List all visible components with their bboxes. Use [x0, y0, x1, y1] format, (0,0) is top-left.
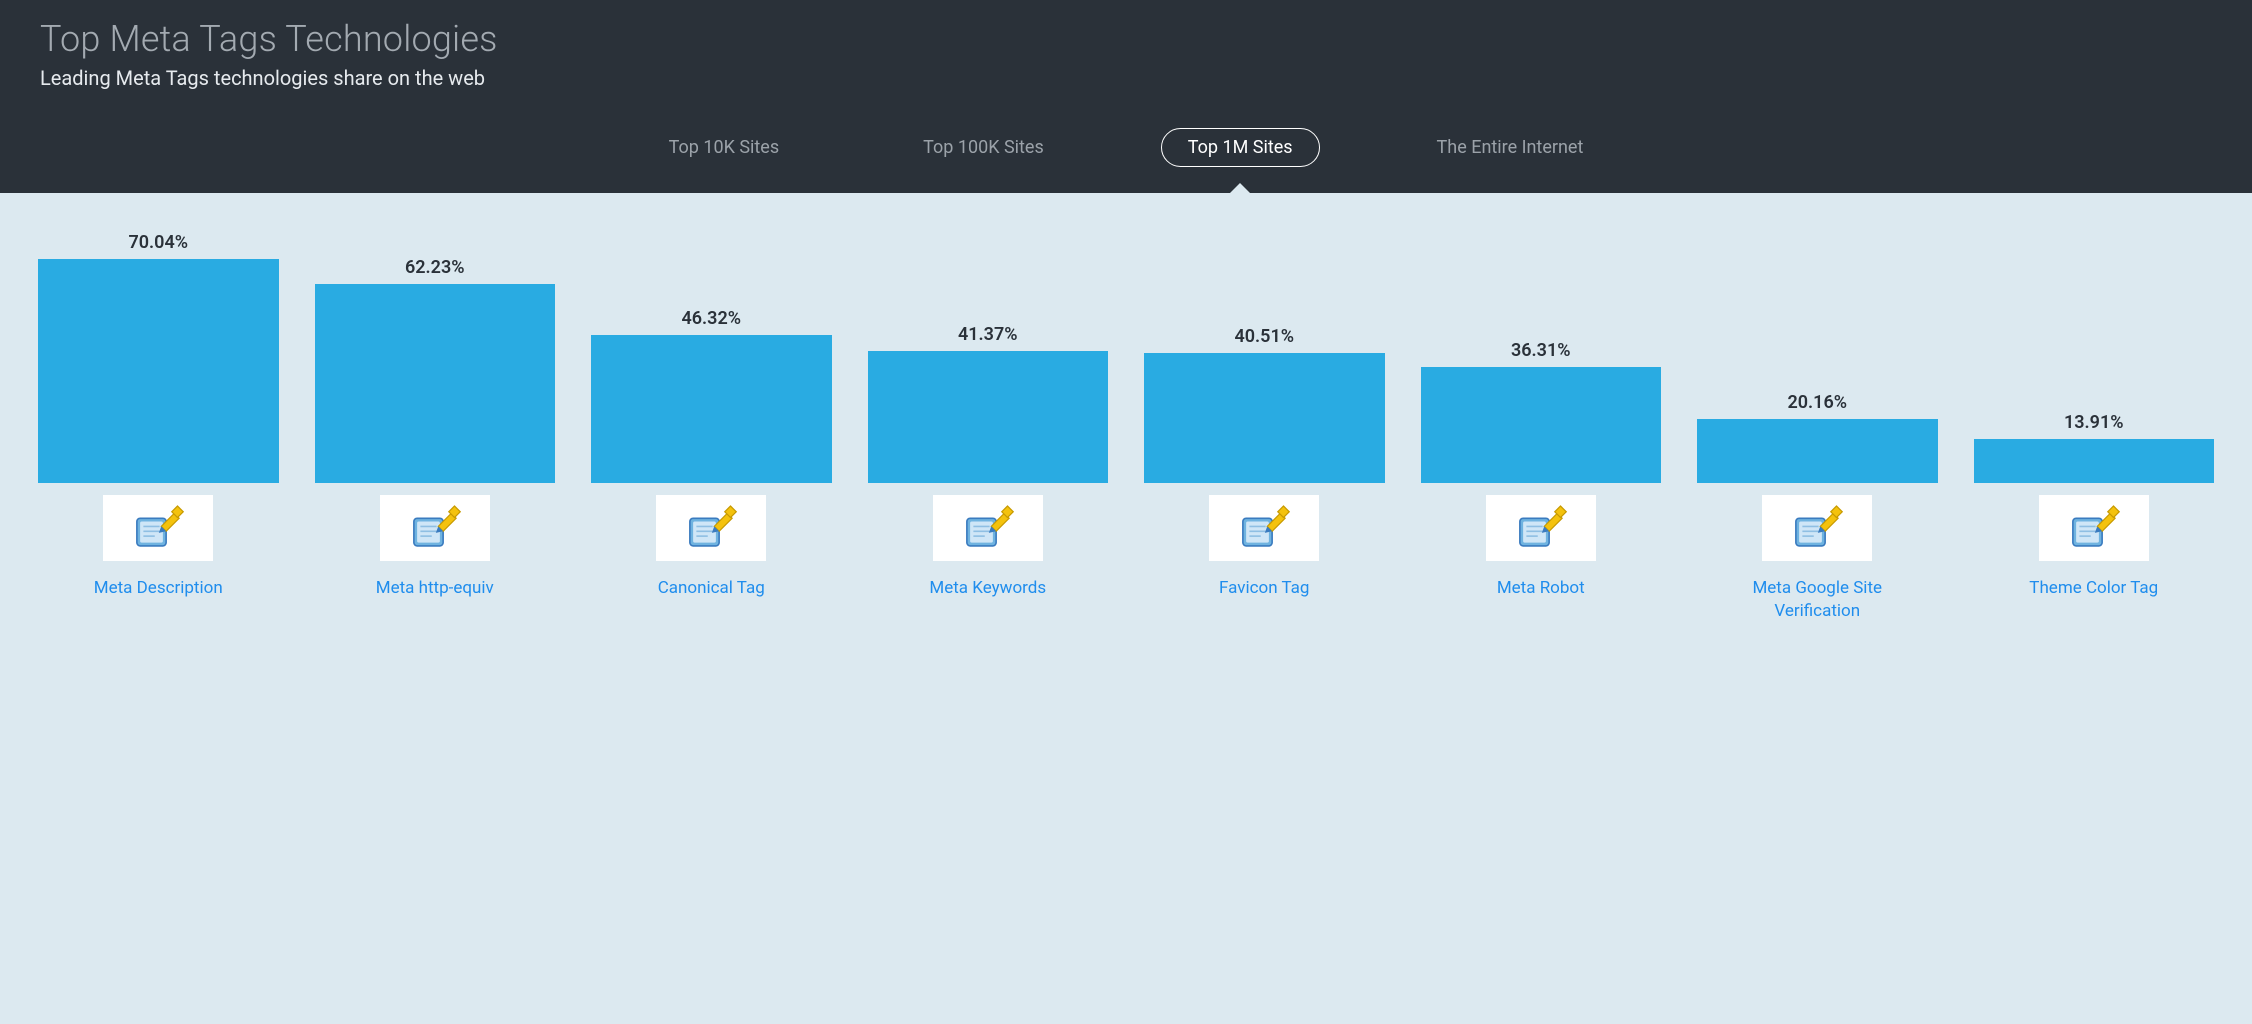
- tab-scope[interactable]: The Entire Internet: [1410, 128, 1611, 167]
- scope-tabs: Top 10K Sites Top 100K Sites Top 1M Sites T…: [40, 90, 2212, 193]
- bar-col: 70.04%: [20, 232, 297, 483]
- category-link[interactable]: Theme Color Tag: [2029, 577, 2158, 600]
- category-link[interactable]: Meta Description: [94, 577, 223, 600]
- category-col: Meta Robot: [1403, 495, 1680, 623]
- category-link[interactable]: Meta http-equiv: [376, 577, 494, 600]
- category-col: Meta Keywords: [850, 495, 1127, 623]
- category-col: Meta Description: [20, 495, 297, 623]
- bar[interactable]: [868, 351, 1109, 483]
- category-icon-card[interactable]: [380, 495, 490, 561]
- category-icon-card[interactable]: [1486, 495, 1596, 561]
- category-col: Canonical Tag: [573, 495, 850, 623]
- bar[interactable]: [1974, 439, 2215, 484]
- bar[interactable]: [38, 259, 279, 483]
- meta-tag-icon: [132, 502, 184, 554]
- bar-col: 20.16%: [1679, 392, 1956, 484]
- category-link[interactable]: Meta Keywords: [929, 577, 1046, 600]
- page-header: Top Meta Tags Technologies Leading Meta …: [0, 0, 2252, 193]
- bar-value-label: 62.23%: [405, 257, 465, 278]
- bar[interactable]: [1697, 419, 1938, 484]
- meta-tag-icon: [409, 502, 461, 554]
- tab-scope[interactable]: Top 100K Sites: [896, 128, 1071, 167]
- tab-scope[interactable]: Top 1M Sites: [1161, 128, 1320, 167]
- tab-scope[interactable]: Top 10K Sites: [642, 128, 807, 167]
- category-icon-card[interactable]: [933, 495, 1043, 561]
- bar-value-label: 36.31%: [1511, 340, 1571, 361]
- bar-chart: 70.04% 62.23% 46.32% 41.37% 40.51% 36.31% 20.1…: [0, 193, 2252, 647]
- category-icon-card[interactable]: [103, 495, 213, 561]
- meta-tag-icon: [1515, 502, 1567, 554]
- bar[interactable]: [1144, 353, 1385, 483]
- bar-col: 41.37%: [850, 324, 1127, 483]
- page-title: Top Meta Tags Technologies: [40, 18, 2212, 60]
- meta-tag-icon: [2068, 502, 2120, 554]
- bar-value-label: 20.16%: [1787, 392, 1847, 413]
- meta-tag-icon: [1791, 502, 1843, 554]
- bar-col: 40.51%: [1126, 326, 1403, 483]
- bar-value-label: 46.32%: [681, 308, 741, 329]
- meta-tag-icon: [962, 502, 1014, 554]
- bar-col: 36.31%: [1403, 340, 1680, 483]
- bar-col: 46.32%: [573, 308, 850, 483]
- bar-value-label: 41.37%: [958, 324, 1018, 345]
- labels-row: Meta Description Meta http-equiv Canonical…: [14, 483, 2238, 623]
- category-link[interactable]: Meta Google Site Verification: [1737, 577, 1897, 623]
- bar[interactable]: [1421, 367, 1662, 483]
- page-subtitle: Leading Meta Tags technologies share on …: [40, 66, 2212, 90]
- category-link[interactable]: Meta Robot: [1497, 577, 1585, 600]
- category-icon-card[interactable]: [2039, 495, 2149, 561]
- category-col: Meta http-equiv: [297, 495, 574, 623]
- bar[interactable]: [591, 335, 832, 483]
- category-link[interactable]: Canonical Tag: [658, 577, 765, 600]
- category-icon-card[interactable]: [1762, 495, 1872, 561]
- meta-tag-icon: [1238, 502, 1290, 554]
- bar-col: 13.91%: [1956, 412, 2233, 484]
- bars-row: 70.04% 62.23% 46.32% 41.37% 40.51% 36.31% 20.1…: [14, 217, 2238, 483]
- category-col: Theme Color Tag: [1956, 495, 2233, 623]
- bar-value-label: 70.04%: [128, 232, 188, 253]
- category-icon-card[interactable]: [656, 495, 766, 561]
- category-link[interactable]: Favicon Tag: [1219, 577, 1309, 600]
- bar-value-label: 13.91%: [2064, 412, 2124, 433]
- meta-tag-icon: [685, 502, 737, 554]
- category-col: Meta Google Site Verification: [1679, 495, 1956, 623]
- bar-value-label: 40.51%: [1234, 326, 1294, 347]
- bar-col: 62.23%: [297, 257, 574, 483]
- bar[interactable]: [315, 284, 556, 483]
- category-col: Favicon Tag: [1126, 495, 1403, 623]
- category-icon-card[interactable]: [1209, 495, 1319, 561]
